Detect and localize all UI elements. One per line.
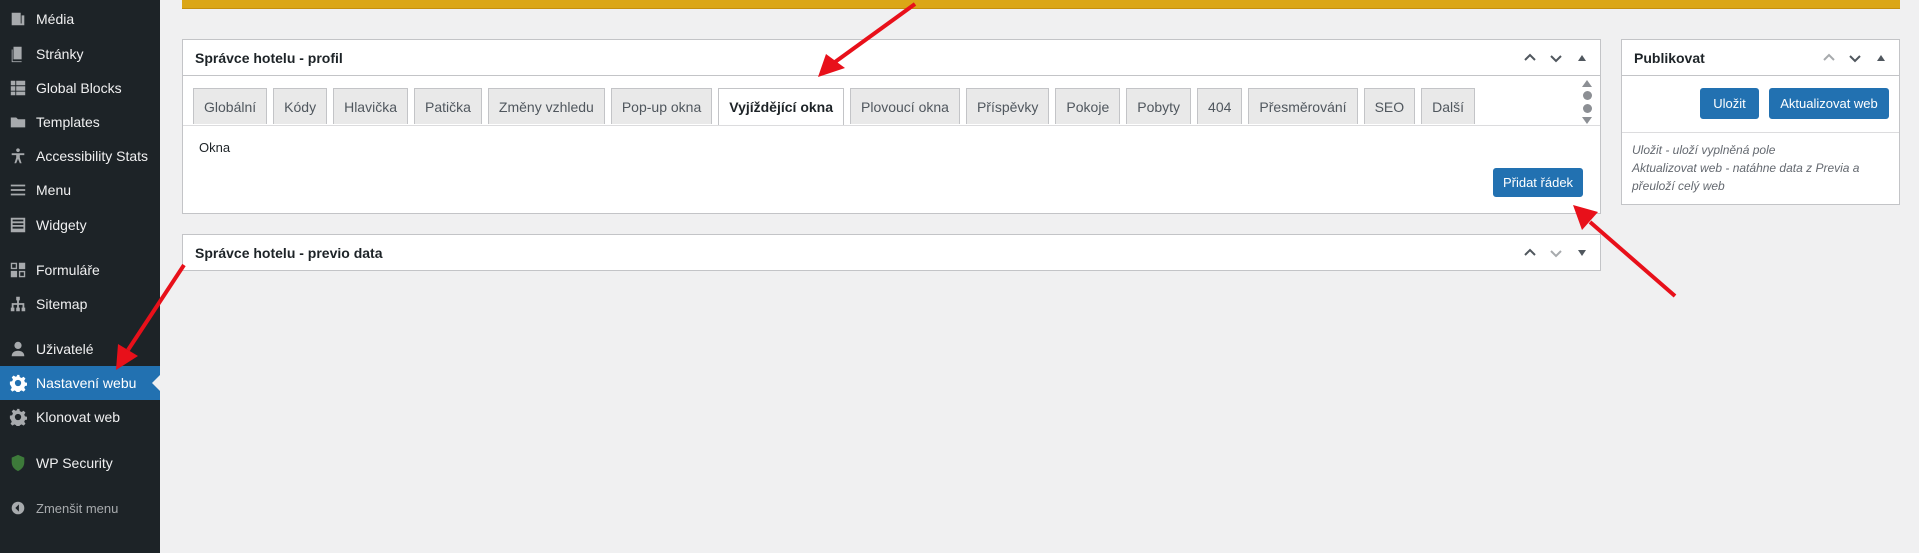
scroll-down-icon[interactable]: [1582, 117, 1592, 124]
tab-10[interactable]: Pobyty: [1126, 88, 1192, 124]
publish-note-line: Aktualizovat web - natáhne data z Previa…: [1632, 161, 1860, 175]
publish-note: Uložit - uloží vyplněná pole Aktualizova…: [1632, 141, 1859, 195]
tab-5[interactable]: Pop-up okna: [610, 88, 713, 124]
tab-3[interactable]: Patička: [413, 88, 482, 124]
sidebar-item-label: Accessibility Stats: [36, 148, 149, 164]
tab-7[interactable]: Plovoucí okna: [850, 88, 960, 124]
toggle-panel-icon[interactable]: [1871, 48, 1891, 68]
postbox-title: Publikovat: [1634, 49, 1705, 66]
sidebar-item-label: Média: [36, 11, 75, 27]
menu-icon: [0, 181, 36, 199]
sidebar-item-pages[interactable]: Stránky: [0, 37, 160, 71]
sidebar-item-global-blocks[interactable]: Global Blocks: [0, 71, 160, 105]
postbox-header: Správce hotelu - previo data: [183, 235, 1600, 271]
pages-icon: [0, 45, 36, 63]
postbox-header: Publikovat: [1622, 40, 1899, 76]
sidebar-item-users[interactable]: Uživatelé: [0, 332, 160, 366]
sidebar-item-forms[interactable]: Formuláře: [0, 253, 160, 287]
tab-14[interactable]: Další: [1421, 88, 1476, 124]
publish-note-line: Uložit - uloží vyplněná pole: [1632, 143, 1776, 157]
sidebar-item-label: Sitemap: [36, 296, 88, 312]
sidebar-item-clone-web[interactable]: Klonovat web: [0, 400, 160, 434]
collapse-menu-button[interactable]: Zmenšit menu: [0, 491, 160, 525]
postbox-handle-actions: [1520, 48, 1592, 68]
tab-0[interactable]: Globální: [193, 88, 268, 124]
tab-12[interactable]: Přesměrování: [1248, 88, 1358, 124]
sidebar-item-templates[interactable]: Templates: [0, 105, 160, 139]
move-up-icon[interactable]: [1520, 48, 1540, 68]
tabs-divider: [183, 125, 1600, 126]
admin-sidebar: Média Stránky Global Blocks Templates Ac…: [0, 0, 160, 553]
widgets-icon: [0, 216, 36, 234]
collapse-icon: [0, 499, 36, 517]
tab-9[interactable]: Pokoje: [1055, 88, 1121, 124]
toggle-panel-icon[interactable]: [1572, 48, 1592, 68]
move-down-icon[interactable]: [1845, 48, 1865, 68]
save-button[interactable]: Uložit: [1700, 88, 1759, 119]
tab-11[interactable]: 404: [1197, 88, 1243, 124]
publish-box: Publikovat Uložit Aktualizovat web Uloži…: [1621, 39, 1900, 205]
gear-icon: [0, 408, 36, 426]
sidebar-item-label: Widgety: [36, 217, 87, 233]
forms-icon: [0, 261, 36, 279]
accessibility-icon: [0, 147, 36, 165]
move-down-icon[interactable]: [1546, 243, 1566, 263]
sitemap-icon: [0, 295, 36, 313]
publish-divider: [1622, 132, 1899, 133]
scroll-up-icon[interactable]: [1582, 80, 1592, 87]
folder-icon: [0, 113, 36, 131]
tab-scroll-control[interactable]: [1580, 80, 1594, 124]
sidebar-item-label: Stránky: [36, 46, 84, 62]
tab-6[interactable]: Vyjíždějící okna: [718, 88, 844, 125]
sidebar-item-label: Klonovat web: [36, 409, 121, 425]
tab-8[interactable]: Příspěvky: [965, 88, 1050, 124]
media-icon: [0, 10, 36, 28]
sidebar-item-label: WP Security: [36, 455, 113, 471]
toggle-panel-icon[interactable]: [1572, 243, 1592, 263]
sidebar-item-sitemap[interactable]: Sitemap: [0, 287, 160, 321]
move-down-icon[interactable]: [1546, 48, 1566, 68]
sidebar-item-label: Global Blocks: [36, 80, 122, 96]
hotel-profile-box: Správce hotelu - profil Globální Kódy Hlav…: [182, 39, 1601, 214]
hotel-previo-box: Správce hotelu - previo data: [182, 234, 1601, 271]
sidebar-item-wp-security[interactable]: WP Security: [0, 446, 160, 480]
postbox-header: Správce hotelu - profil: [183, 40, 1600, 76]
update-web-button[interactable]: Aktualizovat web: [1769, 88, 1889, 119]
scroll-dot-icon: [1582, 91, 1592, 100]
tab-bar: Globální Kódy Hlavička Patička Změny vzhledu…: [193, 88, 1476, 125]
sidebar-item-label: Formuláře: [36, 262, 100, 278]
sidebar-item-media[interactable]: Média: [0, 2, 160, 36]
sidebar-item-menu[interactable]: Menu: [0, 173, 160, 207]
postbox-title: Správce hotelu - previo data: [195, 245, 383, 261]
publish-note-line: přeuloží celý web: [1632, 179, 1725, 193]
sidebar-item-label: Menu: [36, 182, 72, 198]
sidebar-item-site-settings[interactable]: Nastavení webu: [0, 366, 160, 400]
postbox-title: Správce hotelu - profil: [195, 49, 343, 66]
user-icon: [0, 340, 36, 358]
shield-icon: [0, 454, 36, 472]
add-row-button[interactable]: Přidat řádek: [1493, 168, 1583, 197]
tab-1[interactable]: Kódy: [273, 88, 328, 124]
annotation-arrow-button: [1588, 220, 1677, 298]
sidebar-item-accessibility-stats[interactable]: Accessibility Stats: [0, 139, 160, 173]
blocks-icon: [0, 79, 36, 97]
section-label: Okna: [199, 140, 231, 155]
collapse-menu-label: Zmenšit menu: [36, 500, 119, 516]
sidebar-item-widgets[interactable]: Widgety: [0, 208, 160, 242]
postbox-handle-actions: [1819, 48, 1891, 68]
notice-bar: [182, 0, 1900, 9]
tab-13[interactable]: SEO: [1363, 88, 1416, 124]
tab-2[interactable]: Hlavička: [333, 88, 408, 124]
sidebar-item-label: Templates: [36, 114, 100, 130]
postbox-handle-actions: [1520, 243, 1592, 263]
sidebar-item-label: Uživatelé: [36, 341, 94, 357]
tab-4[interactable]: Změny vzhledu: [487, 88, 605, 124]
move-up-icon[interactable]: [1819, 48, 1839, 68]
move-up-icon[interactable]: [1520, 243, 1540, 263]
sidebar-item-label: Nastavení webu: [36, 375, 137, 391]
scroll-dot-icon: [1582, 104, 1592, 113]
gear-icon: [0, 374, 36, 392]
